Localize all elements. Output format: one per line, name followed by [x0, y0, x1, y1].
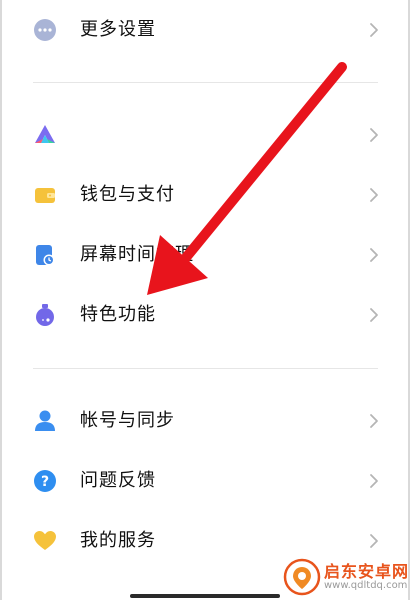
settings-label-wallet: 钱包与支付: [80, 184, 175, 205]
settings-row-special[interactable]: 特色功能: [0, 285, 410, 345]
chevron-right-icon: [370, 248, 378, 262]
settings-label-screen-time: 屏幕时间管理: [80, 244, 194, 265]
potion-icon: [36, 304, 54, 326]
chevron-right-icon: [370, 23, 378, 37]
triangle-colorful-icon: [35, 125, 55, 143]
watermark-title: 启东安卓网: [324, 562, 410, 581]
settings-label-account: 帐号与同步: [80, 410, 175, 431]
settings-row-more[interactable]: 更多设置: [0, 0, 410, 60]
wallet-icon: [35, 188, 55, 203]
settings-row-help[interactable]: ? 问题反馈: [0, 451, 410, 511]
hourglass-phone-icon: [36, 245, 55, 266]
dots-circle-icon: [34, 19, 56, 41]
settings-row-account[interactable]: 帐号与同步: [0, 391, 410, 451]
settings-label-more: 更多设置: [80, 19, 156, 40]
divider: [33, 368, 378, 369]
person-icon: [35, 410, 55, 431]
chevron-right-icon: [370, 474, 378, 488]
settings-label-services: 我的服务: [80, 530, 156, 551]
chevron-right-icon: [370, 414, 378, 428]
chevron-right-icon: [370, 534, 378, 548]
svg-text:?: ?: [41, 474, 49, 490]
watermark: 启东安卓网 www.qdltdq.com: [283, 556, 410, 598]
divider: [33, 82, 378, 83]
settings-label-special: 特色功能: [80, 304, 156, 325]
home-indicator[interactable]: [130, 594, 280, 598]
heart-icon: [34, 531, 56, 550]
chevron-right-icon: [370, 308, 378, 322]
settings-label-help: 问题反馈: [80, 470, 156, 491]
settings-row-wallet[interactable]: 钱包与支付: [0, 165, 410, 225]
chevron-right-icon: [370, 128, 378, 142]
watermark-url: www.qdltdq.com: [324, 580, 408, 591]
chevron-right-icon: [370, 188, 378, 202]
settings-row-app[interactable]: [0, 105, 410, 165]
settings-row-screen-time[interactable]: 屏幕时间管理: [0, 225, 410, 285]
question-icon: ?: [34, 470, 56, 492]
watermark-logo-icon: [283, 558, 321, 596]
